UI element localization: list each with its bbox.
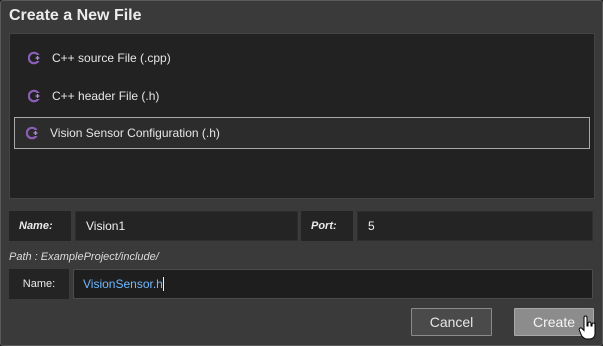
cpp-file-icon <box>25 126 40 140</box>
port-label: Port: <box>301 211 353 241</box>
file-type-label: Vision Sensor Configuration (.h) <box>50 126 220 140</box>
file-type-list[interactable]: C++ source File (.cpp) C++ header File (… <box>9 33 595 199</box>
path-text: Path : ExampleProject/include/ <box>9 251 159 263</box>
sensor-name-label: Name: <box>9 211 71 241</box>
cancel-button[interactable]: Cancel <box>411 308 492 336</box>
cpp-file-icon <box>27 89 42 103</box>
file-type-label: C++ source File (.cpp) <box>52 51 171 65</box>
text-caret <box>162 277 164 291</box>
file-type-item-vision-sensor[interactable]: Vision Sensor Configuration (.h) <box>14 117 590 149</box>
dialog-title: Create a New File <box>9 7 142 24</box>
cpp-file-icon <box>27 51 42 65</box>
create-file-dialog: Create a New File C++ source File (.cpp)… <box>0 0 603 346</box>
hand-pointer-icon <box>578 315 596 340</box>
file-type-label: C++ header File (.h) <box>52 89 160 103</box>
sensor-name-input[interactable]: Vision1 <box>75 211 298 241</box>
port-input[interactable]: 5 <box>357 211 593 241</box>
file-type-item-cpp-source[interactable]: C++ source File (.cpp) <box>14 42 590 74</box>
filename-value: VisionSensor.h <box>83 277 163 291</box>
filename-input[interactable]: VisionSensor.h <box>73 269 593 299</box>
filename-label: Name: <box>9 269 69 299</box>
file-type-item-cpp-header[interactable]: C++ header File (.h) <box>14 80 590 112</box>
